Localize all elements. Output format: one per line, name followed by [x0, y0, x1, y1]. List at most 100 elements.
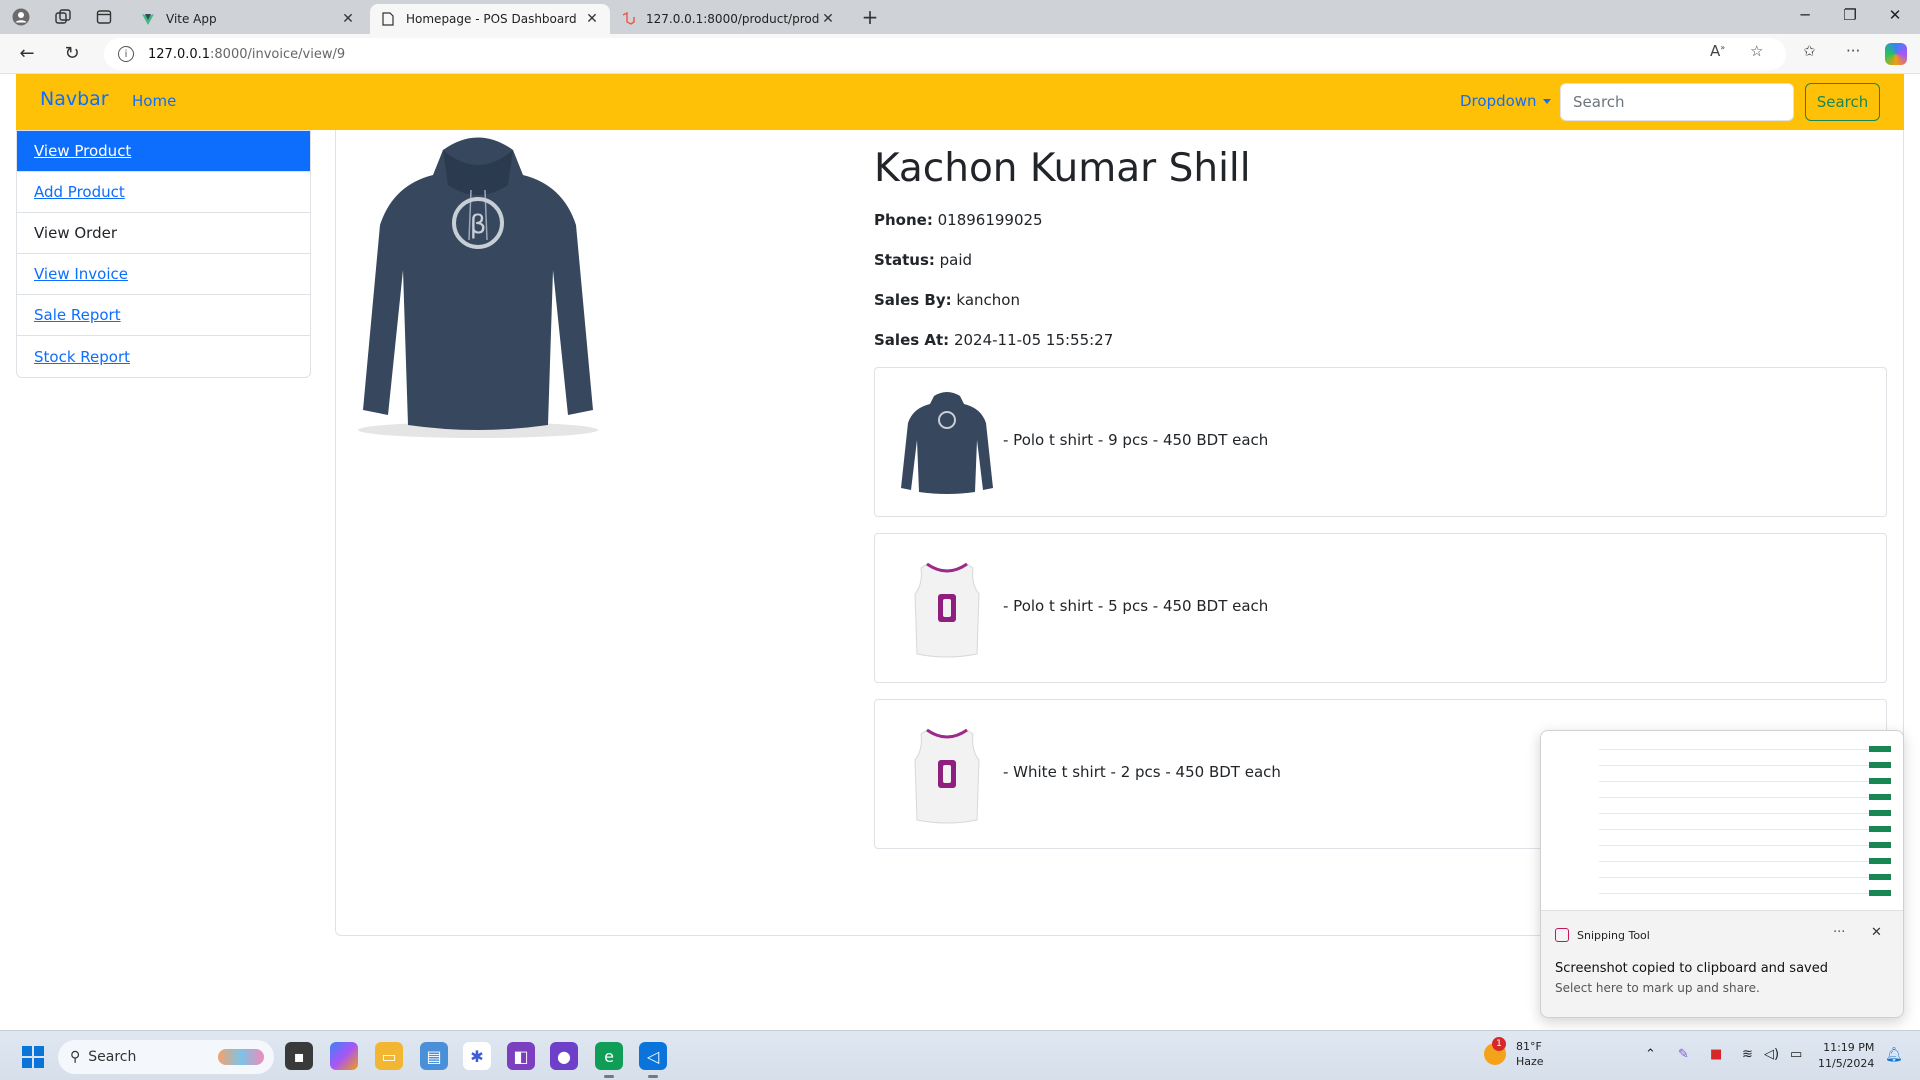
new-tab-icon[interactable]: +: [859, 5, 881, 29]
item-text: - Polo t shirt - 5 pcs - 450 BDT each: [1003, 597, 1269, 615]
search-input[interactable]: [1560, 83, 1794, 121]
task-view-icon[interactable]: ▪: [285, 1042, 313, 1070]
close-tab-icon[interactable]: ✕: [584, 11, 600, 27]
search-highlight-icon: [218, 1049, 264, 1065]
screenshot-preview[interactable]: [1541, 731, 1903, 911]
tab-label: Vite App: [166, 12, 217, 26]
edge-browser-icon[interactable]: e: [595, 1042, 623, 1078]
browser-tab-bar: Vite App ✕ Homepage - POS Dashboard ✕ 12…: [0, 0, 1920, 34]
copilot-app-icon[interactable]: [330, 1042, 358, 1070]
notification-bell-icon[interactable]: 🔔︎: [1885, 1047, 1903, 1063]
tab-pos-dashboard[interactable]: Homepage - POS Dashboard ✕: [370, 4, 610, 34]
restore-icon[interactable]: ❐: [1838, 6, 1862, 24]
tab-label: Homepage - POS Dashboard: [406, 12, 577, 26]
clock-time: 11:19 PM: [1823, 1041, 1875, 1054]
favorite-star-icon[interactable]: ☆: [1750, 42, 1763, 60]
close-icon[interactable]: ✕: [1871, 925, 1882, 940]
close-window-icon[interactable]: ✕: [1883, 6, 1907, 24]
dropdown-label: Dropdown: [1460, 92, 1537, 110]
url-field[interactable]: i 127.0.0.1:8000/invoice/view/9: [104, 38, 1786, 70]
snipping-tool-notification[interactable]: Snipping Tool ··· ✕ Screenshot copied to…: [1540, 730, 1904, 1018]
sales-at-line: Sales At: 2024-11-05 15:55:27: [874, 331, 1113, 349]
workspaces-icon[interactable]: [52, 7, 74, 27]
chevron-up-icon[interactable]: ⌃: [1645, 1047, 1656, 1062]
caret-down-icon: [1542, 99, 1551, 104]
svg-text:β: β: [470, 210, 487, 240]
security-icon[interactable]: ■: [1710, 1047, 1722, 1062]
snipping-tool-icon: [1555, 928, 1569, 942]
weather-temp: 81°F: [1516, 1040, 1542, 1053]
status-line: Status: paid: [874, 251, 972, 269]
tab-actions-icon[interactable]: [93, 7, 115, 27]
product-hoodie-image: β: [358, 137, 598, 438]
customer-name: Kachon Kumar Shill: [874, 146, 1251, 191]
search-icon: ⚲: [70, 1049, 81, 1065]
copilot-icon[interactable]: [1885, 43, 1907, 65]
search-button[interactable]: Search: [1805, 83, 1880, 121]
taskbar-search[interactable]: ⚲ Search: [58, 1040, 274, 1074]
item-text: - Polo t shirt - 9 pcs - 450 BDT each: [1003, 431, 1269, 449]
url-host: 127.0.0.1: [148, 46, 211, 62]
navbar-brand[interactable]: Navbar: [40, 88, 109, 110]
minimize-icon[interactable]: ─: [1793, 6, 1817, 24]
tab-label: 127.0.0.1:8000/product/productlis: [646, 12, 820, 26]
weather-condition: Haze: [1516, 1055, 1544, 1068]
snipping-app-icon[interactable]: ✱: [463, 1042, 491, 1070]
sales-by-line: Sales By: kanchon: [874, 291, 1020, 309]
laravel-icon: [620, 11, 636, 27]
sales-at-value: 2024-11-05 15:55:27: [953, 331, 1114, 349]
toast-app-name: Snipping Tool: [1555, 928, 1650, 942]
read-aloud-icon[interactable]: A»: [1710, 42, 1725, 60]
favorites-icon[interactable]: ✩: [1803, 42, 1816, 60]
tab-product-list[interactable]: 127.0.0.1:8000/product/productlis ✕: [610, 4, 846, 34]
nav-dropdown[interactable]: Dropdown: [1460, 92, 1551, 110]
back-icon[interactable]: ←: [14, 42, 40, 66]
weather-sun-icon: 1: [1484, 1037, 1506, 1065]
file-explorer-icon[interactable]: ▭: [375, 1042, 403, 1070]
profile-icon[interactable]: [10, 7, 32, 27]
phone-value: 01896199025: [937, 211, 1043, 229]
visual-studio-icon[interactable]: ◧: [507, 1042, 535, 1070]
sidebar-item-view-product[interactable]: View Product: [17, 131, 310, 172]
refresh-icon[interactable]: ↻: [59, 42, 85, 66]
volume-icon[interactable]: ◁): [1764, 1047, 1779, 1062]
tab-vite-app[interactable]: Vite App ✕: [130, 4, 366, 34]
item-hoodie-image: [901, 392, 993, 494]
item-jersey-image: [914, 728, 980, 824]
battery-icon[interactable]: ▭: [1790, 1047, 1802, 1062]
more-options-icon[interactable]: ···: [1846, 42, 1860, 60]
weather-badge: 1: [1492, 1037, 1506, 1051]
clock-date: 11/5/2024: [1818, 1057, 1875, 1070]
system-clock[interactable]: 11:19 PM 11/5/2024: [1818, 1040, 1874, 1072]
close-tab-icon[interactable]: ✕: [820, 11, 836, 27]
wifi-icon[interactable]: ≋: [1742, 1047, 1753, 1062]
url-path: :8000/invoice/view/9: [210, 46, 346, 62]
sidebar-item-sale-report[interactable]: Sale Report: [17, 295, 310, 336]
sidebar-item-view-order[interactable]: View Order: [17, 213, 310, 254]
more-icon[interactable]: ···: [1833, 925, 1845, 940]
item-jersey-image: [914, 562, 980, 658]
status-value: paid: [939, 251, 973, 269]
site-info-icon[interactable]: i: [118, 46, 134, 62]
windows-start-icon[interactable]: [22, 1046, 44, 1068]
sidebar-item-add-product[interactable]: Add Product: [17, 172, 310, 213]
taskbar: ⚲ Search ▪ ▭ ▤ ✱ ◧ ● e ◁ 1 81°F Haze ⌃ ✎ …: [0, 1030, 1920, 1080]
page-icon: [380, 11, 396, 27]
address-bar: ← ↻ i 127.0.0.1:8000/invoice/view/9 A» ☆…: [0, 34, 1920, 74]
remote-desktop-icon[interactable]: ▤: [420, 1042, 448, 1070]
item-text: - White t shirt - 2 pcs - 450 BDT each: [1003, 763, 1281, 781]
sidebar-item-view-invoice[interactable]: View Invoice: [17, 254, 310, 295]
weather-widget[interactable]: 1 81°F Haze: [1484, 1037, 1544, 1069]
taskbar-search-label: Search: [88, 1049, 137, 1065]
close-tab-icon[interactable]: ✕: [340, 11, 356, 27]
pen-icon[interactable]: ✎: [1678, 1047, 1689, 1062]
sidebar-item-stock-report[interactable]: Stock Report: [17, 336, 310, 377]
sales-at-label: Sales At:: [874, 331, 950, 349]
invoice-item: - Polo t shirt - 5 pcs - 450 BDT each: [874, 533, 1887, 683]
status-label: Status:: [874, 251, 935, 269]
vscode-icon[interactable]: ◁: [639, 1042, 667, 1078]
phone-line: Phone: 01896199025: [874, 211, 1043, 229]
nav-home-link[interactable]: Home: [132, 92, 176, 110]
github-desktop-icon[interactable]: ●: [550, 1042, 578, 1070]
sales-by-value: kanchon: [956, 291, 1020, 309]
